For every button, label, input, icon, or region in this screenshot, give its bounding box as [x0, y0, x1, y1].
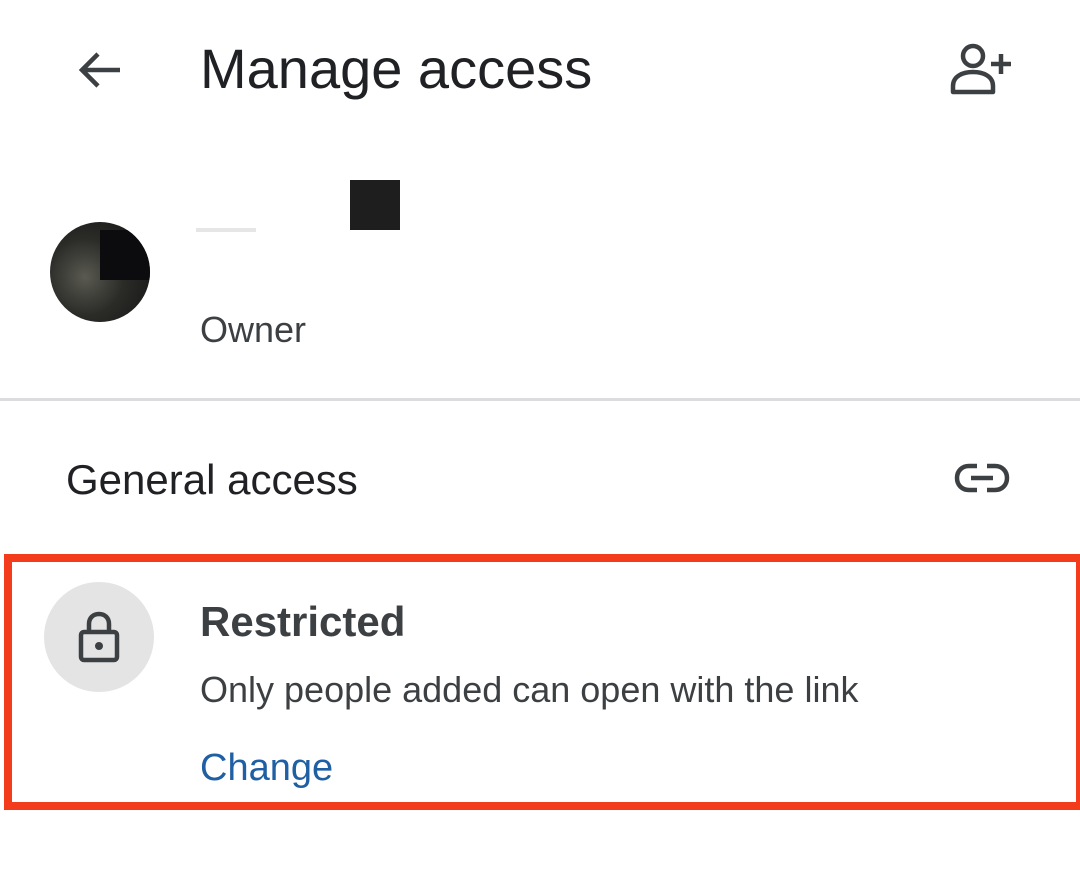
owner-name-redaction-block	[350, 180, 400, 230]
owner-name-redaction	[196, 228, 256, 232]
lock-icon	[78, 611, 120, 663]
access-level-icon-button	[44, 582, 154, 692]
change-access-link[interactable]: Change	[200, 744, 333, 792]
general-access-heading: General access	[66, 456, 358, 503]
access-level-description: Only people added can open with the link	[200, 669, 859, 710]
owner-role-label: Owner	[200, 309, 307, 350]
copy-link-button[interactable]	[940, 446, 1024, 510]
section-divider	[0, 398, 1080, 401]
back-button[interactable]	[60, 30, 140, 110]
link-icon	[954, 463, 1010, 493]
person-add-icon	[950, 43, 1011, 95]
page-title: Manage access	[200, 37, 593, 100]
arrow-left-icon	[78, 52, 120, 88]
access-level-title: Restricted	[200, 598, 406, 645]
add-people-button[interactable]	[940, 34, 1024, 106]
avatar-redaction	[100, 230, 150, 280]
owner-avatar	[50, 222, 150, 322]
